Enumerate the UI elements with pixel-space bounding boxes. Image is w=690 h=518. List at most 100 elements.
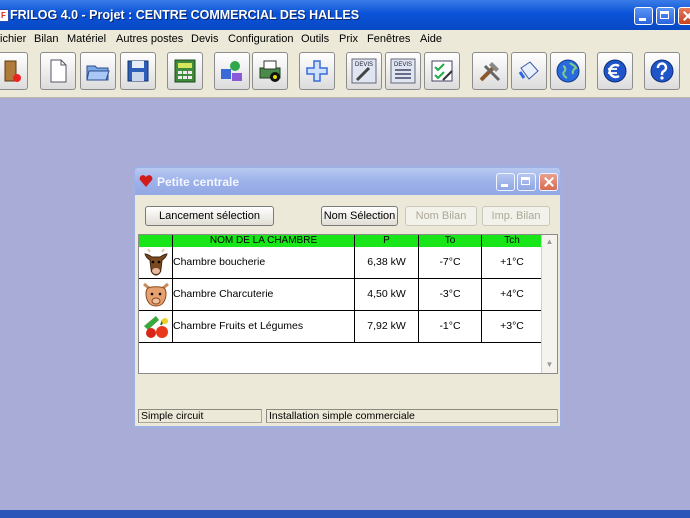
taskbar-edge [0,510,690,518]
table-row[interactable]: Chambre boucherie 6,38 kW -7°C +1°C [139,247,543,279]
paint-bucket-icon [518,61,539,80]
chamber-table: NOM DE LA CHAMBRE P To Tch Chambre bouch… [138,234,558,374]
scroll-up-icon[interactable]: ▲ [543,235,556,248]
components-button[interactable] [214,52,250,90]
petite-centrale-window: Petite centrale Lancement sélection Nom … [133,166,562,428]
globe-icon [556,59,580,83]
scroll-down-icon[interactable]: ▼ [543,358,556,371]
save-icon [127,60,149,82]
imp-bilan-button[interactable]: Imp. Bilan [482,206,550,226]
child-minimize-button[interactable] [496,173,515,191]
child-statusbar: Simple circuit Installation simple comme… [138,409,558,423]
checklist-icon [431,60,453,82]
nom-bilan-button[interactable]: Nom Bilan [405,206,477,226]
checklist-button[interactable] [424,52,460,90]
devis-tools-icon: DEVIS [351,58,377,84]
new-document-button[interactable] [40,52,76,90]
chamber-name: Chambre Charcuterie [173,279,355,310]
cow-icon [144,248,168,276]
menu-prix[interactable]: Prix [339,33,358,45]
save-button[interactable] [120,52,156,90]
minimize-icon [497,174,514,190]
chamber-to: -7°C [419,247,482,278]
header-to[interactable]: To [419,235,482,247]
heart-icon [139,175,153,187]
chamber-power: 6,38 kW [355,247,419,278]
menu-devis[interactable]: Devis [191,33,219,45]
open-folder-button[interactable] [80,52,116,90]
header-p[interactable]: P [355,235,419,247]
add-icon [306,60,328,82]
chamber-tch: +4°C [482,279,543,310]
maximize-icon [657,8,674,24]
header-tch[interactable]: Tch [482,235,543,247]
app-icon: F [0,9,9,22]
menu-autres-postes[interactable]: Autres postes [116,33,183,45]
table-scrollbar[interactable]: ▲ ▼ [541,235,557,373]
minimize-icon [635,8,652,24]
menu-bilan[interactable]: Bilan [34,33,58,45]
globe-button[interactable] [550,52,586,90]
tools-button[interactable] [472,52,508,90]
help-icon [650,59,674,83]
devis-tools-button[interactable]: DEVIS [346,52,382,90]
exit-icon [4,60,21,82]
header-name[interactable]: NOM DE LA CHAMBRE [173,235,355,247]
table-header: NOM DE LA CHAMBRE P To Tch [139,235,543,247]
chamber-name: Chambre Fruits et Légumes [173,311,355,342]
menu-outils[interactable]: Outils [301,33,329,45]
fruits-vegetables-icon [144,316,168,338]
euro-button[interactable] [597,52,633,90]
exit-button[interactable] [0,52,28,90]
menu-configuration[interactable]: Configuration [228,33,293,45]
open-folder-icon [86,65,110,81]
launch-selection-button[interactable]: Lancement sélection [145,206,274,226]
chamber-power: 7,92 kW [355,311,419,342]
status-circuit: Simple circuit [138,409,262,423]
chamber-tch: +3°C [482,311,543,342]
minimize-button[interactable] [634,7,653,25]
euro-icon [603,59,627,83]
print-icon [259,60,281,82]
menu-bar: ichier Bilan Matériel Autres postes Devi… [0,30,690,47]
devis-list-icon: DEVIS [390,58,416,84]
chamber-to: -1°C [419,311,482,342]
nom-selection-button[interactable]: Nom Sélection [321,206,398,226]
paint-bucket-button[interactable] [511,52,547,90]
table-row[interactable]: Chambre Charcuterie 4,50 kW -3°C +4°C [139,279,543,311]
status-installation: Installation simple commerciale [266,409,558,423]
devis-list-button[interactable]: DEVIS [385,52,421,90]
toolbar: DEVIS DEVIS [0,47,690,98]
components-icon [221,61,242,81]
print-button[interactable] [252,52,288,90]
close-icon [679,8,690,24]
header-icon-col [139,235,173,247]
close-icon [540,174,557,190]
svg-text:DEVIS: DEVIS [355,62,373,68]
pig-icon [143,282,169,307]
help-button[interactable] [644,52,680,90]
calculator-button[interactable] [167,52,203,90]
svg-text:DEVIS: DEVIS [394,62,412,68]
menu-fenetres[interactable]: Fenêtres [367,33,410,45]
maximize-icon [518,174,535,190]
chamber-power: 4,50 kW [355,279,419,310]
child-maximize-button[interactable] [517,173,536,191]
menu-fichier[interactable]: ichier [0,33,26,45]
add-button[interactable] [299,52,335,90]
chamber-name: Chambre boucherie [173,247,355,278]
table-row[interactable]: Chambre Fruits et Légumes 7,92 kW -1°C +… [139,311,543,343]
maximize-button[interactable] [656,7,675,25]
child-titlebar[interactable]: Petite centrale [135,168,560,195]
child-title: Petite centrale [157,175,240,189]
tools-icon [479,62,501,82]
menu-aide[interactable]: Aide [420,33,442,45]
close-button[interactable] [678,7,690,25]
menu-materiel[interactable]: Matériel [67,33,106,45]
app-title: FRILOG 4.0 - Projet : CENTRE COMMERCIAL … [10,8,360,22]
app-titlebar[interactable]: F FRILOG 4.0 - Projet : CENTRE COMMERCIA… [0,0,690,30]
chamber-tch: +1°C [482,247,543,278]
child-close-button[interactable] [539,173,558,191]
calculator-icon [174,59,196,83]
new-document-icon [50,59,67,83]
